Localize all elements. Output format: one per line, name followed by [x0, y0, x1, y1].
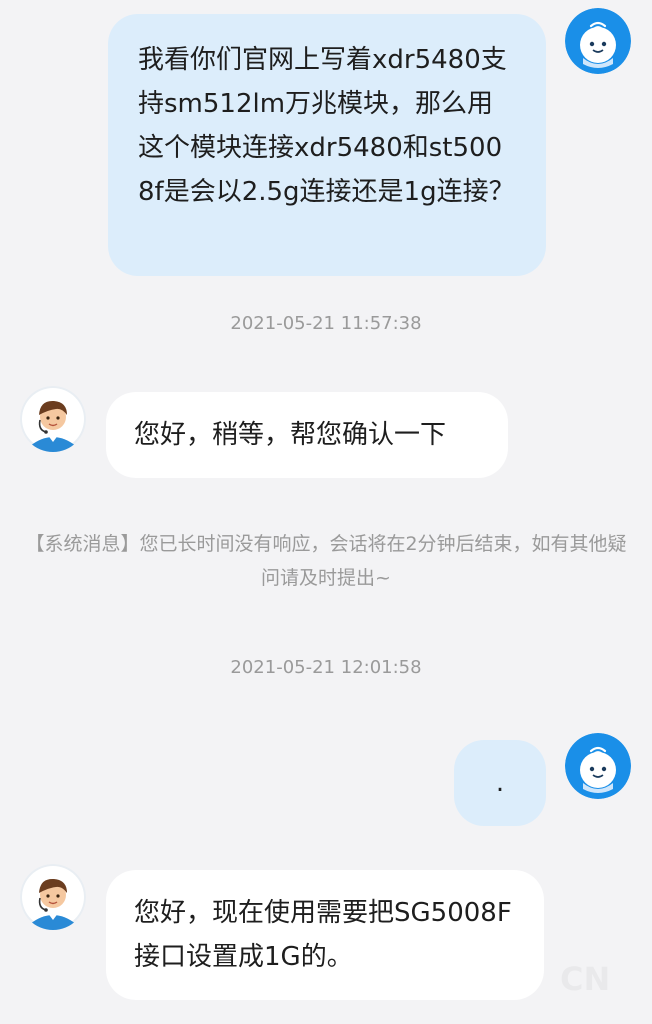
agent-message-text: 您好，现在使用需要把SG5008F接口设置成1G的。 — [134, 898, 512, 972]
agent-avatar-icon[interactable] — [20, 386, 86, 452]
agent-avatar-icon[interactable] — [20, 864, 86, 930]
message-timestamp: 2021-05-21 11:57:38 — [230, 313, 422, 334]
agent-message-bubble: 您好，现在使用需要把SG5008F接口设置成1G的。 — [106, 870, 544, 1000]
system-message: 【系统消息】您已长时间没有响应，会话将在2分钟后结束，如有其他疑问请及时提出~ — [25, 533, 627, 589]
user-message-bubble: . — [454, 740, 546, 826]
watermark: CN — [560, 960, 610, 998]
user-message-bubble: 我看你们官网上写着xdr5480支持sm512lm万兆模块，那么用这个模块连接x… — [108, 14, 546, 276]
user-message-text: . — [495, 768, 505, 798]
agent-message-bubble: 您好，稍等，帮您确认一下 — [106, 392, 508, 478]
user-message-text: 我看你们官网上写着xdr5480支持sm512lm万兆模块，那么用这个模块连接x… — [138, 45, 515, 207]
bot-avatar-icon[interactable] — [565, 8, 631, 74]
bot-avatar-icon[interactable] — [565, 733, 631, 799]
agent-message-text: 您好，稍等，帮您确认一下 — [134, 420, 447, 450]
message-timestamp: 2021-05-21 12:01:58 — [230, 657, 422, 678]
